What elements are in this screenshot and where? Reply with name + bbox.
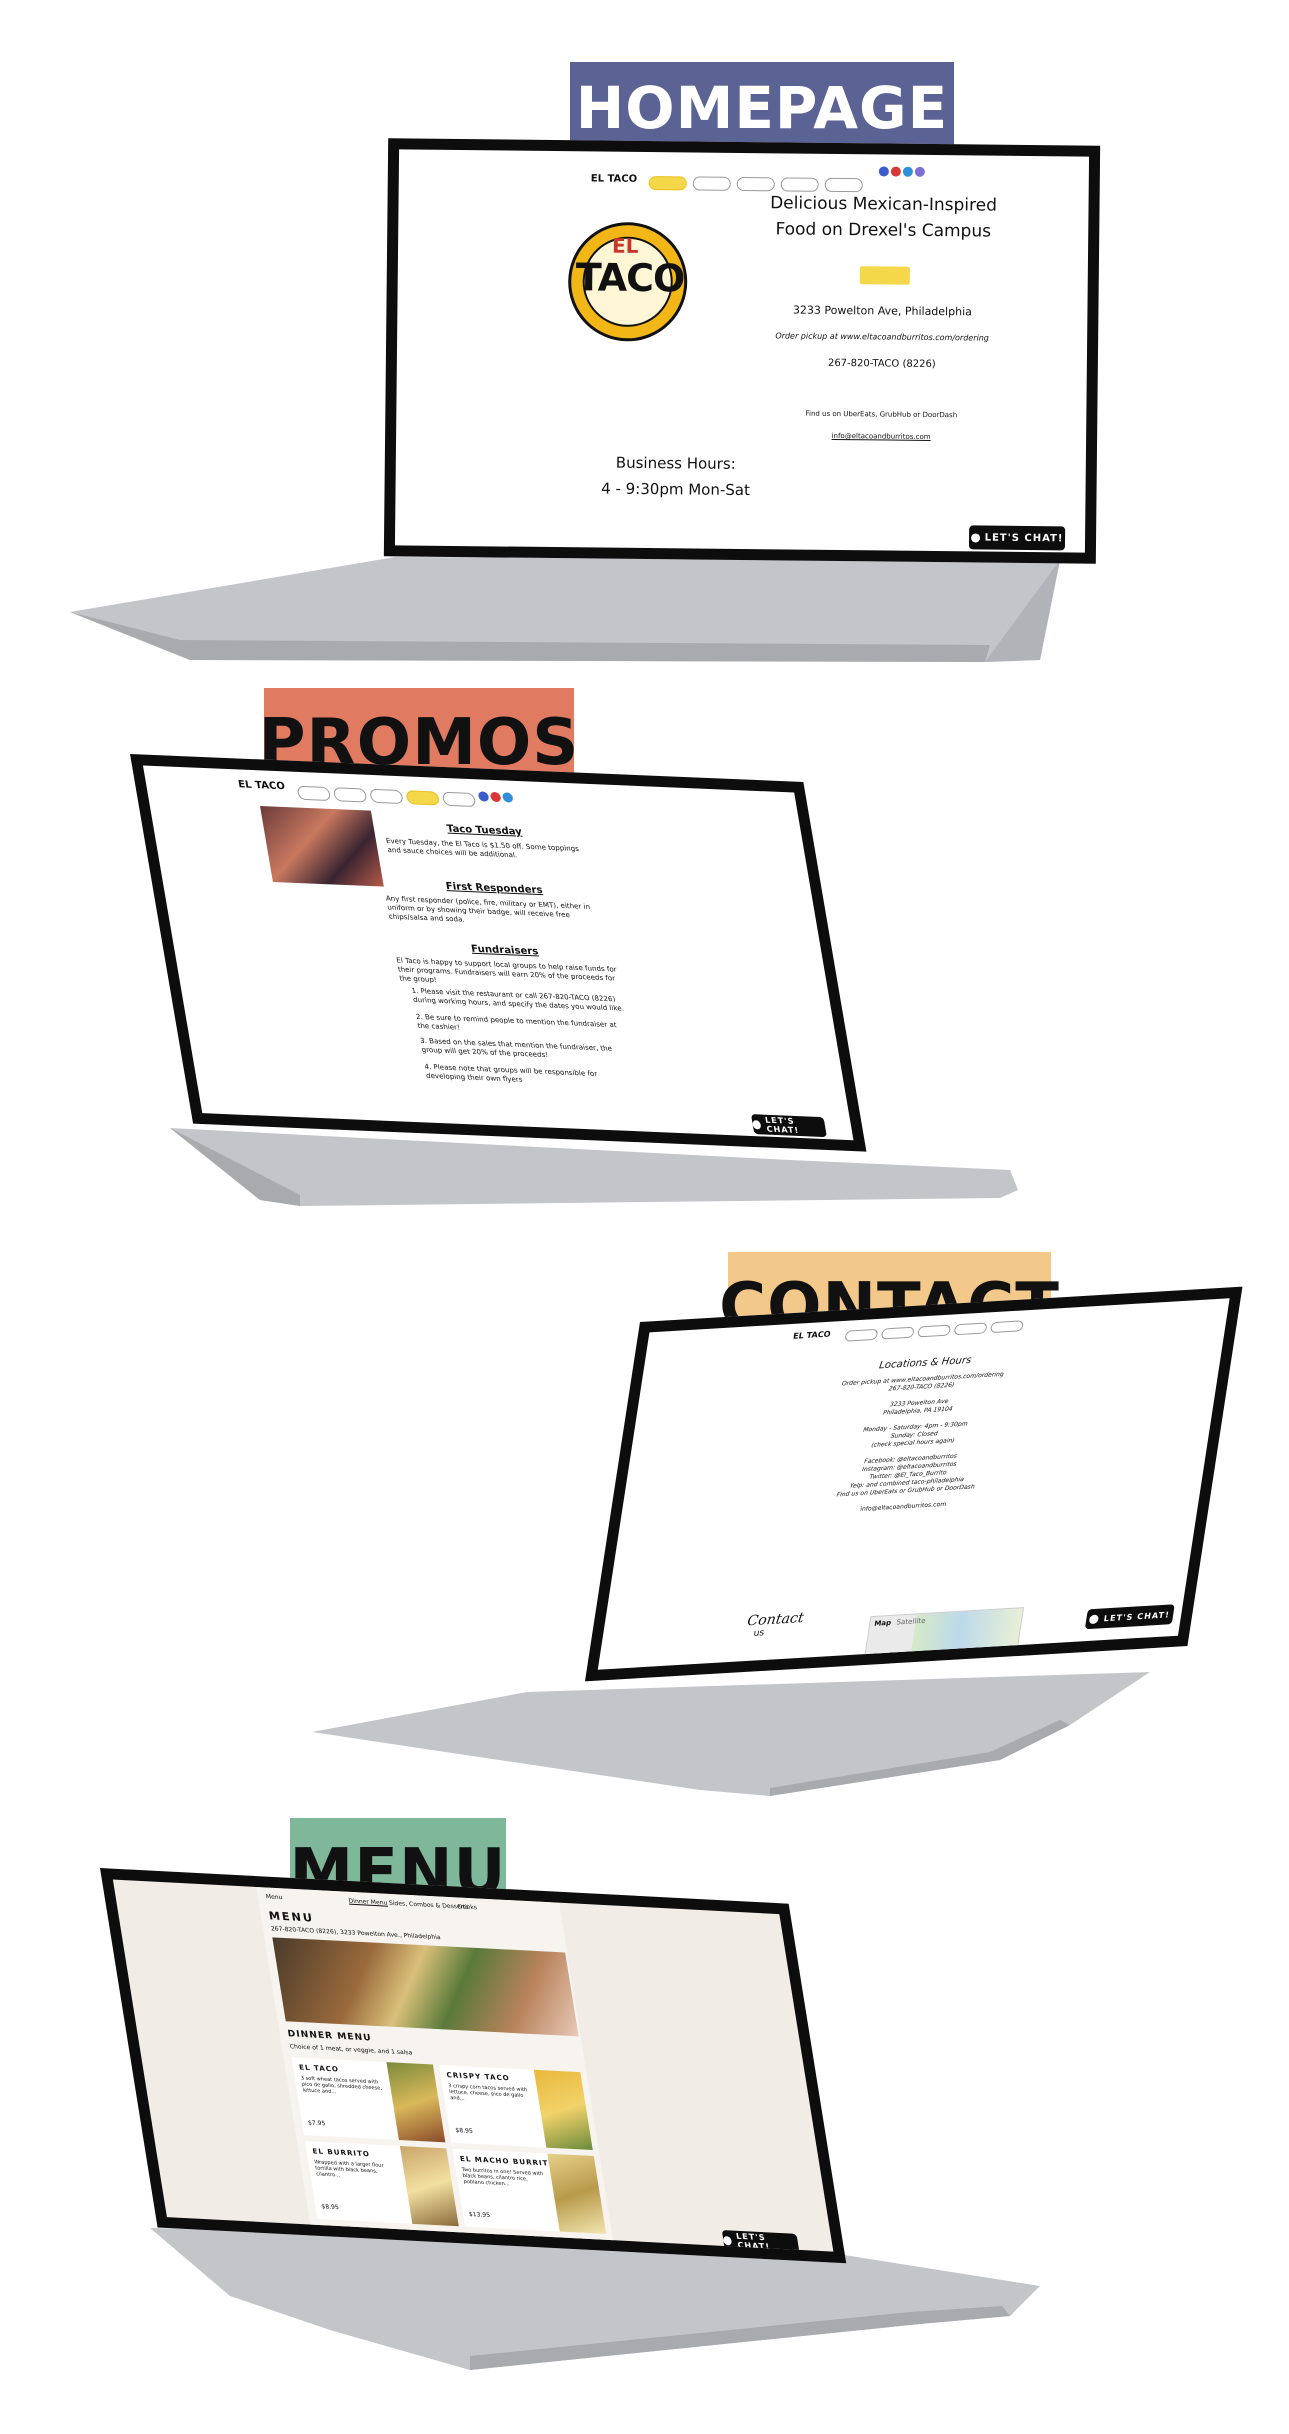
menu-item-name: CRISPY TACO: [445, 2071, 511, 2083]
menu-item-card[interactable]: EL BURRITO Wrapped with a larger flour t…: [304, 2141, 459, 2227]
chat-button[interactable]: LET'S CHAT!: [721, 2230, 800, 2254]
menu-item-card[interactable]: CRISPY TACO 3 crispy corn tacos served w…: [438, 2064, 593, 2151]
menu-item-card[interactable]: EL TACO 3 soft wheat tacos served with p…: [291, 2057, 446, 2143]
menu-item-desc: Wrapped with a larger flour tortilla wit…: [313, 2159, 385, 2179]
menu-item-price: $8.95: [454, 2127, 474, 2135]
chat-icon: [722, 2235, 733, 2245]
menu-item-name: EL TACO: [298, 2063, 340, 2074]
menu-title: MENU: [267, 1909, 315, 1925]
menu-item-desc: 3 soft wheat tacos served with pico de g…: [300, 2075, 383, 2096]
menu-breadcrumb[interactable]: Menu: [265, 1893, 283, 1901]
menu-item-name: EL MACHO BURRITO: [459, 2155, 557, 2168]
menu-item-price: $8.95: [320, 2203, 340, 2212]
menu-item-price: $13.95: [468, 2210, 491, 2220]
menu-item-price: $7.95: [307, 2119, 326, 2128]
menu-hero-photo: [272, 1937, 579, 2037]
menu-screen: Menu Dinner Menu Sides, Combos & Dessert…: [100, 1868, 847, 2264]
menu-item-desc: Two burritos in one! Served with black b…: [461, 2166, 544, 2188]
menu-item-desc: 3 crispy corn tacos served with lettuce,…: [447, 2083, 528, 2102]
chat-label: LET'S CHAT!: [735, 2231, 771, 2252]
menu-item-card[interactable]: EL MACHO BURRITO Two burritos in one! Se…: [452, 2148, 607, 2234]
menu-item-name: EL BURRITO: [311, 2147, 371, 2159]
tab-drinks[interactable]: Drinks: [457, 1903, 477, 1911]
